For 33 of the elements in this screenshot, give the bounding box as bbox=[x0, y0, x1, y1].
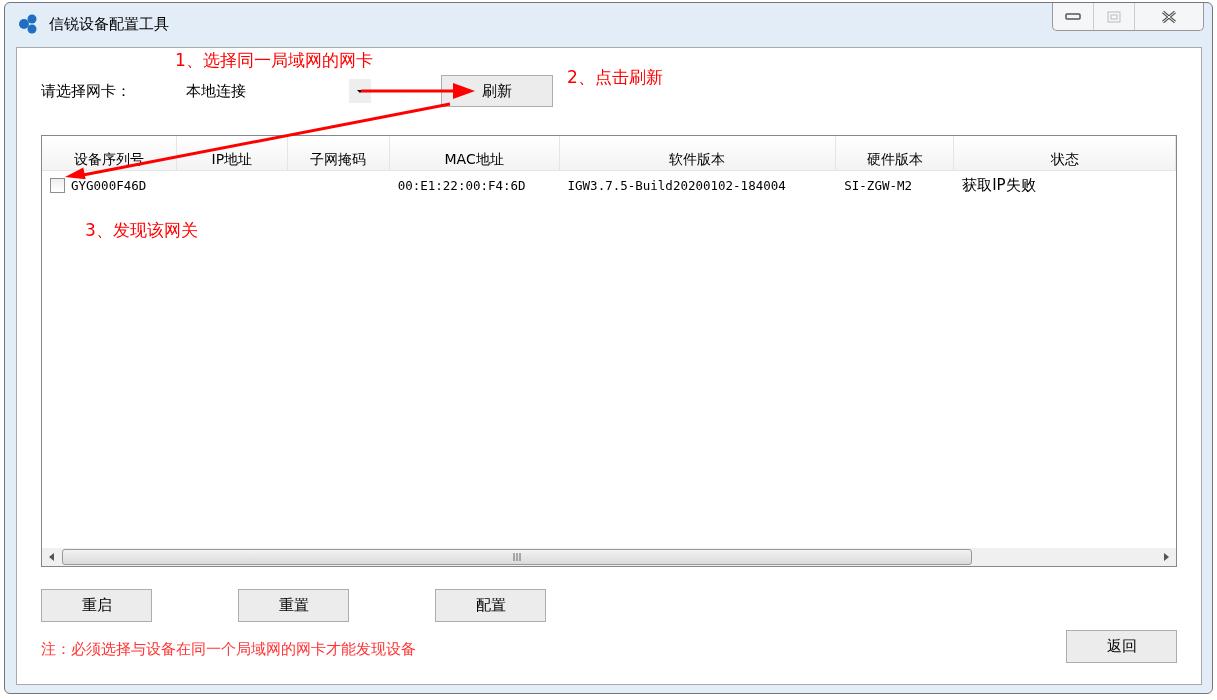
column-header[interactable]: 状态 bbox=[954, 136, 1176, 170]
caret-icon bbox=[349, 79, 371, 103]
column-header[interactable]: 子网掩码 bbox=[287, 136, 390, 170]
scroll-right-icon[interactable] bbox=[1163, 553, 1169, 561]
note-text: 注：必须选择与设备在同一个局域网的网卡才能发现设备 bbox=[41, 640, 416, 659]
minimize-icon bbox=[1065, 12, 1081, 21]
table-cell: IGW3.7.5-Build20200102-184004 bbox=[567, 177, 786, 193]
back-button[interactable]: 返回 bbox=[1066, 630, 1177, 663]
table-cell: GYG000F46D bbox=[71, 177, 147, 193]
nic-dropdown[interactable]: 本地连接 bbox=[186, 78, 371, 104]
action-button[interactable]: 配置 bbox=[435, 589, 546, 622]
annotation-text: 3、发现该网关 bbox=[85, 219, 198, 242]
annotation-text: 1、选择同一局域网的网卡 bbox=[175, 49, 373, 72]
maximize-icon bbox=[1107, 10, 1121, 23]
column-header[interactable]: MAC地址 bbox=[389, 136, 560, 170]
window-title: 信锐设备配置工具 bbox=[49, 14, 169, 34]
action-button[interactable]: 重启 bbox=[41, 589, 152, 622]
scrollbar-thumb[interactable] bbox=[62, 549, 972, 565]
annotation-text: 2、点击刷新 bbox=[567, 66, 663, 89]
horizontal-scrollbar[interactable] bbox=[42, 548, 1176, 566]
refresh-button[interactable]: 刷新 bbox=[441, 75, 553, 107]
app-logo-icon bbox=[17, 13, 39, 35]
column-header[interactable]: IP地址 bbox=[176, 136, 288, 170]
column-header[interactable]: 硬件版本 bbox=[836, 136, 955, 170]
nic-label: 请选择网卡： bbox=[41, 81, 132, 101]
row-checkbox[interactable] bbox=[50, 177, 65, 193]
column-header[interactable]: 软件版本 bbox=[559, 136, 837, 170]
table-cell: SI-ZGW-M2 bbox=[844, 177, 912, 193]
table-cell: 00:E1:22:00:F4:6D bbox=[397, 177, 526, 193]
close-icon bbox=[1161, 9, 1177, 24]
table-cell: 获取IP失败 bbox=[962, 175, 1036, 195]
scroll-left-icon[interactable] bbox=[49, 553, 55, 561]
action-button[interactable]: 重置 bbox=[238, 589, 349, 622]
